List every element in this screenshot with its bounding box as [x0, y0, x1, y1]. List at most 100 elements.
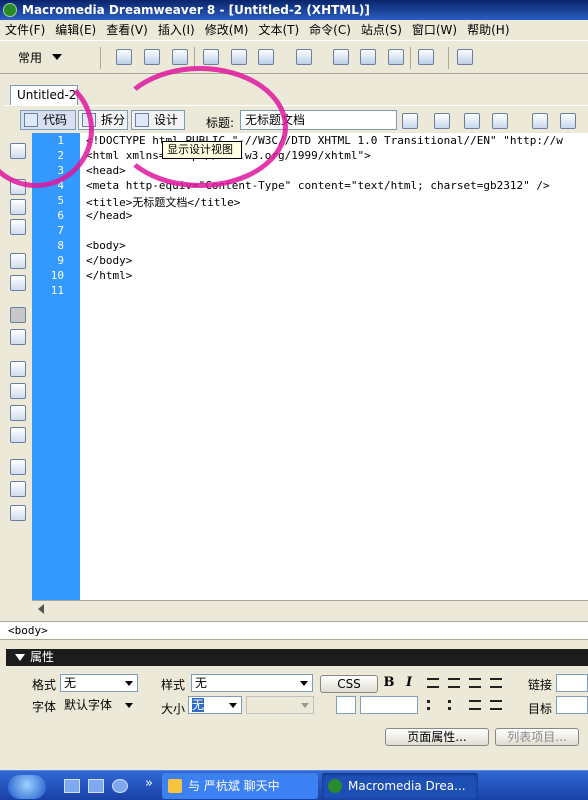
link-label: 链接: [528, 678, 553, 692]
code-line: </html>: [86, 269, 133, 282]
highlight-invalid-code-icon[interactable]: [10, 329, 26, 345]
menu-file[interactable]: 文件(F): [0, 20, 50, 40]
menu-insert[interactable]: 插入(I): [153, 20, 200, 40]
bold-button[interactable]: B: [382, 676, 396, 689]
align-center-icon[interactable]: [448, 678, 460, 688]
text-color-button[interactable]: [336, 696, 356, 714]
page-properties-button[interactable]: 页面属性...: [385, 728, 489, 746]
style-select[interactable]: 无: [191, 674, 313, 692]
format-source-icon[interactable]: [10, 505, 26, 521]
more-quick-launch[interactable]: »: [145, 776, 153, 791]
ordered-list-icon[interactable]: [448, 700, 460, 710]
templates-icon[interactable]: [418, 49, 434, 65]
menu-edit[interactable]: 编辑(E): [50, 20, 101, 40]
properties-panel-header[interactable]: 属性: [6, 649, 588, 666]
refresh-icon[interactable]: [532, 113, 548, 129]
indent-icon[interactable]: [490, 700, 502, 710]
window-switcher-icon[interactable]: [88, 779, 104, 793]
chevron-down-icon: [301, 703, 309, 708]
collapse-triangle-icon: [15, 654, 25, 661]
highlight-circle: [112, 66, 288, 188]
format-label: 格式: [32, 678, 57, 692]
menu-text[interactable]: 文本(T): [253, 20, 304, 40]
window-title: Macromedia Dreamweaver 8 - [Untitled-2 (…: [22, 3, 370, 17]
size-unit-select: [246, 696, 314, 714]
tag-selector: <body>: [0, 621, 588, 640]
outdent-code-icon[interactable]: [10, 481, 26, 497]
text-color-input[interactable]: [360, 696, 418, 714]
unordered-list-icon[interactable]: [427, 700, 439, 710]
hyperlink-icon[interactable]: [116, 49, 132, 65]
taskbar-dreamweaver[interactable]: Macromedia Drea...: [322, 773, 478, 799]
menu-window[interactable]: 窗口(W): [407, 20, 462, 40]
menu-commands[interactable]: 命令(C): [304, 20, 356, 40]
file-management-icon[interactable]: [464, 113, 480, 129]
format-value: 无: [64, 676, 77, 690]
taskbar-chat-window[interactable]: 与 严杭斌 聊天中: [162, 773, 318, 799]
comment-icon[interactable]: [388, 49, 404, 65]
show-desktop-icon[interactable]: [64, 779, 80, 793]
menu-site[interactable]: 站点(S): [356, 20, 407, 40]
collapse-selection-icon[interactable]: [10, 199, 26, 215]
email-link-icon[interactable]: [144, 49, 160, 65]
recent-snippets-icon[interactable]: [10, 427, 26, 443]
line-numbers-icon[interactable]: [10, 307, 26, 323]
date-icon[interactable]: [333, 49, 349, 65]
align-left-icon[interactable]: [427, 678, 439, 688]
style-label: 样式: [161, 678, 186, 692]
menu-modify[interactable]: 修改(M): [200, 20, 254, 40]
chevron-down-icon: [229, 703, 237, 708]
size-select[interactable]: 无: [188, 696, 242, 714]
layer-icon[interactable]: [231, 49, 247, 65]
link-input[interactable]: [556, 674, 588, 692]
menu-view[interactable]: 查看(V): [101, 20, 153, 40]
font-select[interactable]: 默认字体: [60, 696, 138, 714]
align-right-icon[interactable]: [469, 678, 481, 688]
remove-comment-icon[interactable]: [10, 383, 26, 399]
indent-code-icon[interactable]: [10, 459, 26, 475]
select-parent-tag-icon[interactable]: [10, 253, 26, 269]
line-number: 10: [50, 269, 64, 282]
css-button[interactable]: CSS: [320, 675, 378, 693]
media-icon[interactable]: [296, 49, 312, 65]
code-line: </body>: [86, 254, 133, 267]
line-number-gutter: 1 2 3 4 5 6 7 8 9 10 11: [32, 133, 80, 600]
format-select[interactable]: 无: [60, 674, 138, 692]
target-label: 目标: [528, 702, 553, 716]
font-value: 默认字体: [64, 698, 113, 712]
insert-bar: 常用: [0, 40, 588, 74]
line-number: 7: [57, 224, 64, 237]
horizontal-scrollbar[interactable]: [32, 600, 588, 616]
internet-explorer-icon[interactable]: [112, 779, 128, 793]
target-select[interactable]: [556, 696, 588, 714]
toolbar-separator: [448, 47, 449, 69]
chevron-down-icon: [125, 681, 133, 686]
line-number: 9: [57, 254, 64, 267]
justify-icon[interactable]: [490, 678, 502, 688]
table-icon[interactable]: [203, 49, 219, 65]
image-icon[interactable]: [258, 49, 274, 65]
server-side-include-icon[interactable]: [360, 49, 376, 65]
chevron-down-icon: [52, 54, 62, 60]
code-editor[interactable]: <!DOCTYPE html PUBLIC "-//W3C//DTD XHTML…: [80, 133, 588, 600]
insert-category-dropdown[interactable]: 常用: [8, 48, 66, 68]
outdent-icon[interactable]: [469, 700, 481, 710]
code-line: <body>: [86, 239, 126, 252]
scroll-left-icon[interactable]: [38, 604, 44, 614]
view-options-icon[interactable]: [560, 113, 576, 129]
expand-all-icon[interactable]: [10, 219, 26, 235]
italic-button[interactable]: I: [402, 676, 416, 689]
chevron-down-icon: [125, 703, 133, 708]
wrap-tag-icon[interactable]: [10, 405, 26, 421]
body-tag-button[interactable]: <body>: [8, 624, 48, 637]
check-browser-icon[interactable]: [402, 113, 418, 129]
validate-markup-icon[interactable]: [434, 113, 450, 129]
preview-in-browser-icon[interactable]: [492, 113, 508, 129]
balance-braces-icon[interactable]: [10, 275, 26, 291]
named-anchor-icon[interactable]: [172, 49, 188, 65]
apply-comment-icon[interactable]: [10, 361, 26, 377]
tag-chooser-icon[interactable]: [457, 49, 473, 65]
menu-help[interactable]: 帮助(H): [462, 20, 514, 40]
dreamweaver-icon: [328, 779, 342, 793]
start-button[interactable]: [8, 775, 46, 799]
